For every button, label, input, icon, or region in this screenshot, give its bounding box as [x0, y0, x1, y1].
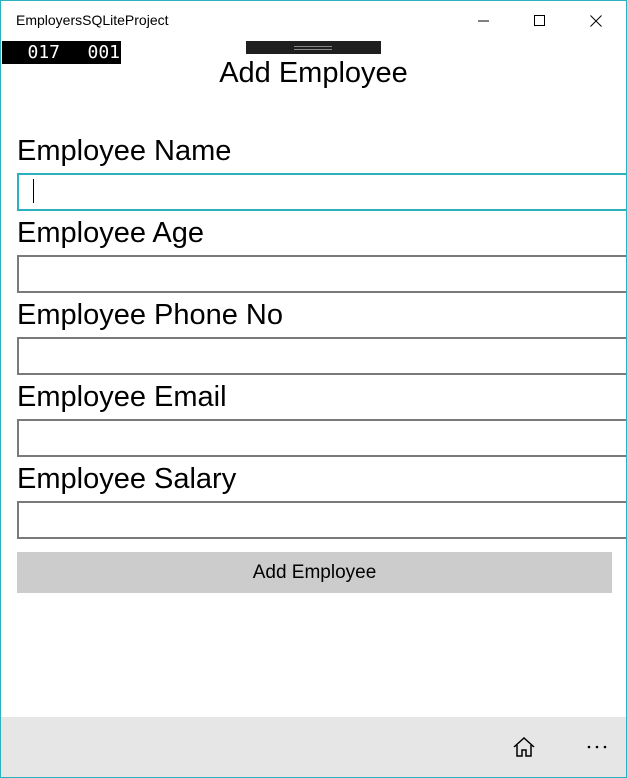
- grip-line: [294, 49, 332, 50]
- maximize-icon: [534, 15, 545, 26]
- bottom-app-bar: [1, 717, 626, 777]
- employee-age-input[interactable]: [17, 255, 626, 293]
- add-employee-button[interactable]: Add Employee: [17, 552, 612, 593]
- maximize-button[interactable]: [517, 1, 563, 41]
- more-options-button[interactable]: [567, 717, 626, 777]
- app-window: EmployersSQLiteProject 017 001 Add Emplo…: [0, 0, 627, 778]
- app-title: EmployersSQLiteProject: [16, 12, 169, 28]
- grip-line: [294, 46, 332, 47]
- employee-salary-label: Employee Salary: [17, 463, 237, 495]
- close-icon: [590, 15, 602, 27]
- text-caret: [33, 179, 34, 203]
- page-title: Add Employee: [219, 57, 408, 89]
- more-icon: [587, 745, 607, 749]
- employee-name-input[interactable]: [17, 173, 626, 211]
- employee-email-label: Employee Email: [17, 381, 227, 413]
- close-button[interactable]: [573, 1, 619, 41]
- debug-toolbar-handle[interactable]: [246, 41, 381, 54]
- employee-age-label: Employee Age: [17, 217, 205, 249]
- employee-phone-input[interactable]: [17, 337, 626, 375]
- employee-email-input[interactable]: [17, 419, 626, 457]
- employee-salary-input[interactable]: [17, 501, 626, 539]
- employee-name-label: Employee Name: [17, 135, 232, 167]
- home-icon: [513, 736, 535, 757]
- minimize-button[interactable]: [461, 1, 507, 41]
- minimize-icon: [478, 20, 489, 22]
- title-bar[interactable]: EmployersSQLiteProject: [1, 1, 626, 41]
- home-button[interactable]: [494, 717, 554, 777]
- employee-phone-label: Employee Phone No: [17, 299, 283, 331]
